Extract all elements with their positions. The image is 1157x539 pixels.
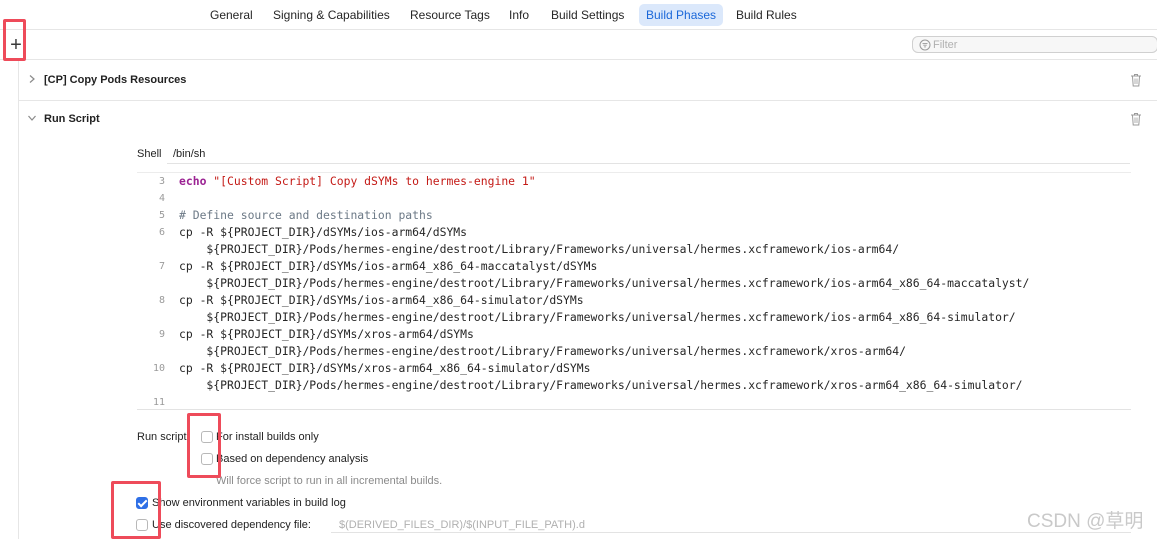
dependency-analysis-checkbox[interactable] [201,453,213,465]
shell-input[interactable]: /bin/sh [167,145,1130,164]
show-env-label[interactable]: Show environment variables in build log [152,497,346,509]
code-line: ${PROJECT_DIR}/Pods/hermes-engine/destro… [179,378,1023,392]
script-editor[interactable]: 3 echo "[Custom Script] Copy dSYMs to he… [137,172,1131,410]
line-number: 11 [152,397,165,408]
add-phase-button[interactable]: + [8,34,24,56]
tab-build-phases[interactable]: Build Phases [639,4,724,26]
line-number: 8 [158,295,165,306]
tab-bar: General Signing & Capabilities Resource … [0,0,1157,30]
line-number: 6 [158,227,165,238]
code-line: cp -R ${PROJECT_DIR}/dSYMs/xros-arm64_x8… [179,361,591,375]
phase-title: [CP] Copy Pods Resources [44,74,187,86]
shell-label: Shell [137,148,162,160]
dependency-analysis-label[interactable]: Based on dependency analysis [216,453,368,465]
line-number: 4 [158,193,165,204]
phase-run-script[interactable]: Run Script [19,100,1157,140]
highlight-box-run-script [187,413,221,478]
line-number: 7 [158,261,165,272]
code-line: cp -R ${PROJECT_DIR}/dSYMs/ios-arm64/dSY… [179,225,468,239]
code-line: ${PROJECT_DIR}/Pods/hermes-engine/destro… [179,242,900,256]
line-number: 5 [158,210,165,221]
line-number: 10 [152,363,165,374]
discovered-dep-label[interactable]: Use discovered dependency file: [152,519,311,531]
filter-field[interactable] [912,36,1157,53]
tab-build-rules[interactable]: Build Rules [729,4,804,26]
phases-toolbar: + [0,30,1157,60]
dependency-file-input[interactable] [331,517,1131,533]
chevron-right-icon[interactable] [27,74,37,84]
code-line: ${PROJECT_DIR}/Pods/hermes-engine/destro… [179,276,1030,290]
tab-resource-tags[interactable]: Resource Tags [403,4,497,26]
phase-copy-pods-resources[interactable]: [CP] Copy Pods Resources [19,61,1157,101]
filter-icon [919,39,931,51]
code-line: ${PROJECT_DIR}/Pods/hermes-engine/destro… [179,310,1016,324]
watermark: CSDN @草明 [1027,511,1144,532]
trash-icon[interactable] [1130,112,1142,126]
trash-icon[interactable] [1130,73,1142,87]
install-builds-checkbox[interactable] [201,431,213,443]
code-line: cp -R ${PROJECT_DIR}/dSYMs/ios-arm64_x86… [179,259,598,273]
line-number: 9 [158,329,165,340]
code-line: cp -R ${PROJECT_DIR}/dSYMs/ios-arm64_x86… [179,293,584,307]
chevron-down-icon[interactable] [27,113,37,123]
tab-signing-capabilities[interactable]: Signing & Capabilities [266,4,397,26]
code-line: # Define source and destination paths [179,208,433,222]
show-env-checkbox[interactable] [136,497,148,509]
code-line: echo "[Custom Script] Copy dSYMs to herm… [179,174,536,188]
tab-info[interactable]: Info [502,4,536,26]
dependency-hint: Will force script to run in all incremen… [216,475,443,487]
install-builds-label[interactable]: For install builds only [216,431,319,443]
tab-general[interactable]: General [203,4,260,26]
code-line: cp -R ${PROJECT_DIR}/dSYMs/xros-arm64/dS… [179,327,474,341]
discovered-dep-checkbox[interactable] [136,519,148,531]
run-script-label: Run script: [137,431,190,443]
filter-input[interactable] [933,37,1153,52]
phase-title: Run Script [44,113,100,125]
code-line: ${PROJECT_DIR}/Pods/hermes-engine/destro… [179,344,906,358]
tab-build-settings[interactable]: Build Settings [544,4,631,26]
line-number: 3 [158,176,165,187]
